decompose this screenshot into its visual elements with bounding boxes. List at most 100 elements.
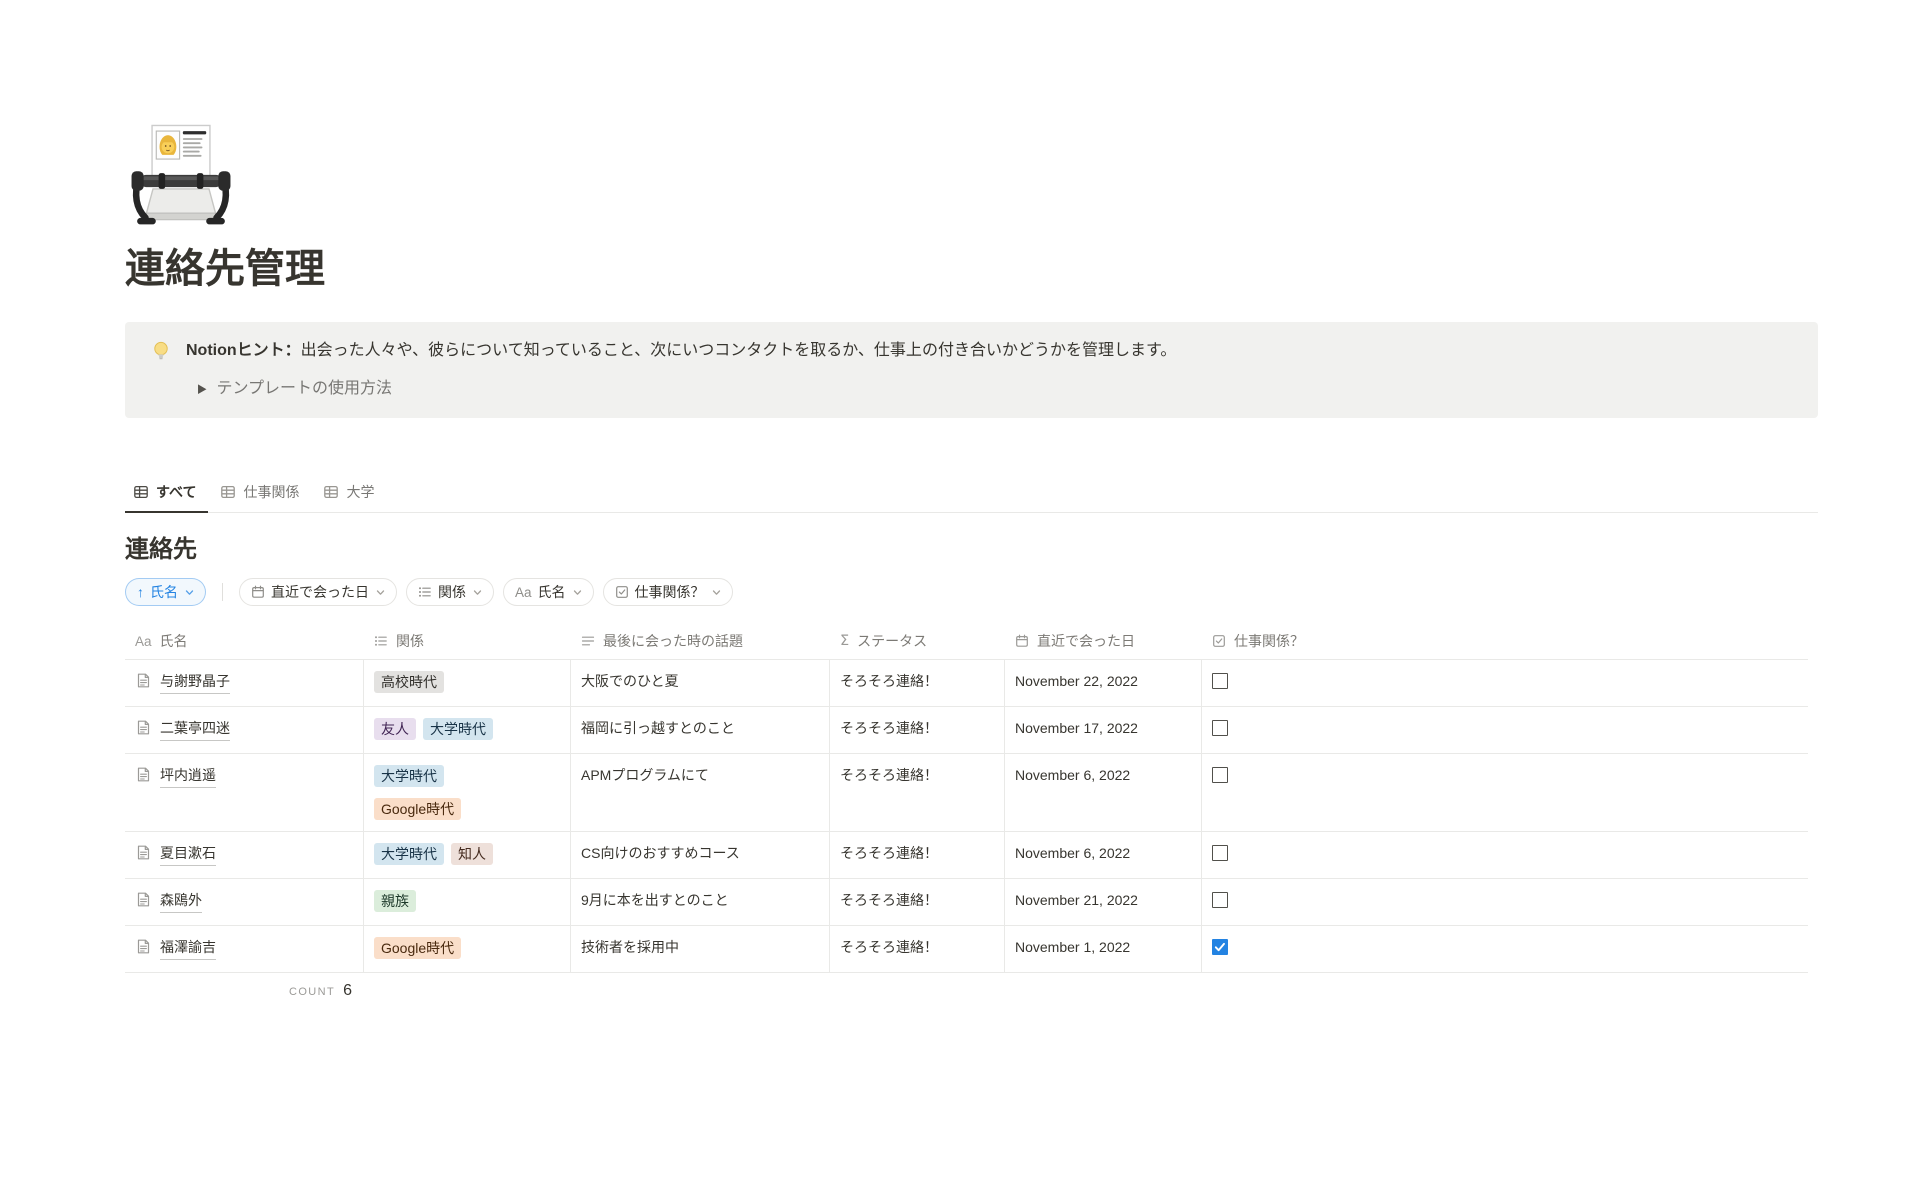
arrow-up-icon: ↑ — [137, 584, 144, 600]
relation-cell[interactable]: 大学時代Google時代 — [364, 754, 571, 831]
page-icon — [135, 844, 152, 861]
view-tab-2[interactable]: 仕事関係 — [212, 482, 311, 513]
work-checkbox[interactable] — [1212, 767, 1228, 783]
view-tab-3[interactable]: 大学 — [315, 482, 386, 513]
view-tab-label: すべて — [156, 482, 196, 502]
contact-name-link[interactable]: 与謝野晶子 — [160, 671, 230, 694]
filter-pill-label: 直近で会った日 — [271, 582, 369, 602]
table-view-icon — [220, 484, 236, 500]
topic-cell[interactable]: 大阪でのひと夏 — [571, 660, 830, 706]
title-icon: Aa — [515, 585, 532, 600]
contact-name-link[interactable]: 坪内逍遥 — [160, 765, 216, 788]
date-cell[interactable]: November 17, 2022 — [1005, 707, 1202, 753]
table-row: 坪内逍遥 大学時代Google時代 APMプログラムにて そろそろ連絡！ Nov… — [125, 754, 1808, 832]
name-cell[interactable]: 二葉亭四迷 — [125, 707, 364, 753]
contact-name-link[interactable]: 森鴎外 — [160, 890, 202, 913]
column-header[interactable]: Σ ステータス — [830, 623, 1005, 659]
date-icon — [1015, 634, 1029, 648]
filter-pill[interactable]: 直近で会った日 — [239, 578, 397, 606]
relation-cell[interactable]: Google時代 — [364, 926, 571, 972]
date-icon — [251, 585, 265, 599]
name-cell[interactable]: 夏目漱石 — [125, 832, 364, 878]
column-header[interactable]: 最後に会った時の話題 — [571, 623, 830, 659]
column-header[interactable]: 仕事関係？ — [1202, 623, 1808, 659]
filter-pill[interactable]: 仕事関係？ — [603, 578, 733, 606]
contacts-table: Aa 氏名 関係 最後に会った時の話題 Σ ステータス 直近で会った日 仕事関係… — [125, 623, 1808, 1000]
name-cell[interactable]: 森鴎外 — [125, 879, 364, 925]
relation-cell[interactable]: 高校時代 — [364, 660, 571, 706]
work-checkbox[interactable] — [1212, 892, 1228, 908]
date-cell[interactable]: November 1, 2022 — [1005, 926, 1202, 972]
work-checkbox[interactable] — [1212, 673, 1228, 689]
work-checkbox[interactable] — [1212, 845, 1228, 861]
callout-bold-label: Notionヒント： — [186, 342, 301, 359]
page-title[interactable]: 連絡先管理 — [125, 244, 1818, 294]
column-header-label: 氏名 — [160, 631, 188, 651]
name-cell[interactable]: 与謝野晶子 — [125, 660, 364, 706]
topic-cell[interactable]: 福岡に引っ越すとのこと — [571, 707, 830, 753]
checkbox-icon — [615, 585, 629, 599]
filter-pills: 直近で会った日 関係 Aa 氏名 仕事関係？ — [239, 578, 733, 606]
toggle-arrow-icon: ▶ — [198, 375, 206, 403]
topic-cell[interactable]: 9月に本を出すとのこと — [571, 879, 830, 925]
filter-pill[interactable]: Aa 氏名 — [503, 578, 594, 606]
topic-cell[interactable]: CS向けのおすすめコース — [571, 832, 830, 878]
template-usage-toggle[interactable]: ▶ テンプレートの使用方法 — [198, 377, 1176, 401]
card-index-icon[interactable] — [125, 118, 237, 230]
table-row: 福澤諭吉 Google時代 技術者を採用中 そろそろ連絡！ November 1… — [125, 926, 1808, 973]
column-header-label: 仕事関係？ — [1234, 631, 1304, 651]
column-header[interactable]: 関係 — [364, 623, 571, 659]
contact-name-link[interactable]: 福澤諭吉 — [160, 937, 216, 960]
text-icon — [581, 634, 595, 648]
work-cell[interactable] — [1202, 926, 1808, 972]
work-cell[interactable] — [1202, 707, 1808, 753]
work-cell[interactable] — [1202, 832, 1808, 878]
count-footer[interactable]: COUNT 6 — [125, 973, 364, 1000]
column-header[interactable]: Aa 氏名 — [125, 623, 364, 659]
work-cell[interactable] — [1202, 754, 1808, 831]
work-checkbox[interactable] — [1212, 720, 1228, 736]
topic-cell[interactable]: APMプログラムにて — [571, 754, 830, 831]
date-cell[interactable]: November 6, 2022 — [1005, 832, 1202, 878]
status-cell: そろそろ連絡！ — [830, 707, 1005, 753]
table-row: 森鴎外 親族 9月に本を出すとのこと そろそろ連絡！ November 21, … — [125, 879, 1808, 926]
name-cell[interactable]: 坪内逍遥 — [125, 754, 364, 831]
work-cell[interactable] — [1202, 660, 1808, 706]
count-value: 6 — [343, 982, 352, 1000]
work-cell[interactable] — [1202, 879, 1808, 925]
status-cell: そろそろ連絡！ — [830, 926, 1005, 972]
column-header[interactable]: 直近で会った日 — [1005, 623, 1202, 659]
name-cell[interactable]: 福澤諭吉 — [125, 926, 364, 972]
relation-cell[interactable]: 友人大学時代 — [364, 707, 571, 753]
status-cell: そろそろ連絡！ — [830, 832, 1005, 878]
chevron-down-icon — [573, 588, 582, 597]
date-cell[interactable]: November 22, 2022 — [1005, 660, 1202, 706]
hint-callout: Notionヒント：出会った人々や、彼らについて知っていること、次にいつコンタク… — [125, 322, 1818, 418]
view-tab-label: 大学 — [346, 482, 374, 502]
chevron-down-icon — [712, 588, 721, 597]
sort-label: 氏名 — [150, 582, 178, 602]
status-cell: そろそろ連絡！ — [830, 754, 1005, 831]
callout-body: Notionヒント：出会った人々や、彼らについて知っていること、次にいつコンタク… — [186, 339, 1176, 401]
contact-name-link[interactable]: 夏目漱石 — [160, 843, 216, 866]
relation-tag: 親族 — [374, 890, 416, 912]
status-cell: そろそろ連絡！ — [830, 879, 1005, 925]
sort-pill[interactable]: ↑ 氏名 — [125, 578, 206, 606]
lightbulb-icon — [150, 340, 172, 362]
topic-cell[interactable]: 技術者を採用中 — [571, 926, 830, 972]
table-view-icon — [133, 484, 149, 500]
page-icon — [135, 672, 152, 689]
date-cell[interactable]: November 21, 2022 — [1005, 879, 1202, 925]
date-cell[interactable]: November 6, 2022 — [1005, 754, 1202, 831]
filter-pill[interactable]: 関係 — [406, 578, 494, 606]
contact-name-link[interactable]: 二葉亭四迷 — [160, 718, 230, 741]
view-tab-1[interactable]: すべて — [125, 482, 208, 513]
callout-description: 出会った人々や、彼らについて知っていること、次にいつコンタクトを取るか、仕事上の… — [301, 342, 1177, 359]
relation-cell[interactable]: 大学時代知人 — [364, 832, 571, 878]
database-title[interactable]: 連絡先 — [125, 535, 1818, 565]
toolbar-divider — [222, 583, 223, 601]
relation-cell[interactable]: 親族 — [364, 879, 571, 925]
work-checkbox[interactable] — [1212, 939, 1228, 955]
relation-tag: 大学時代 — [423, 718, 493, 740]
relation-tag: Google時代 — [374, 798, 461, 820]
